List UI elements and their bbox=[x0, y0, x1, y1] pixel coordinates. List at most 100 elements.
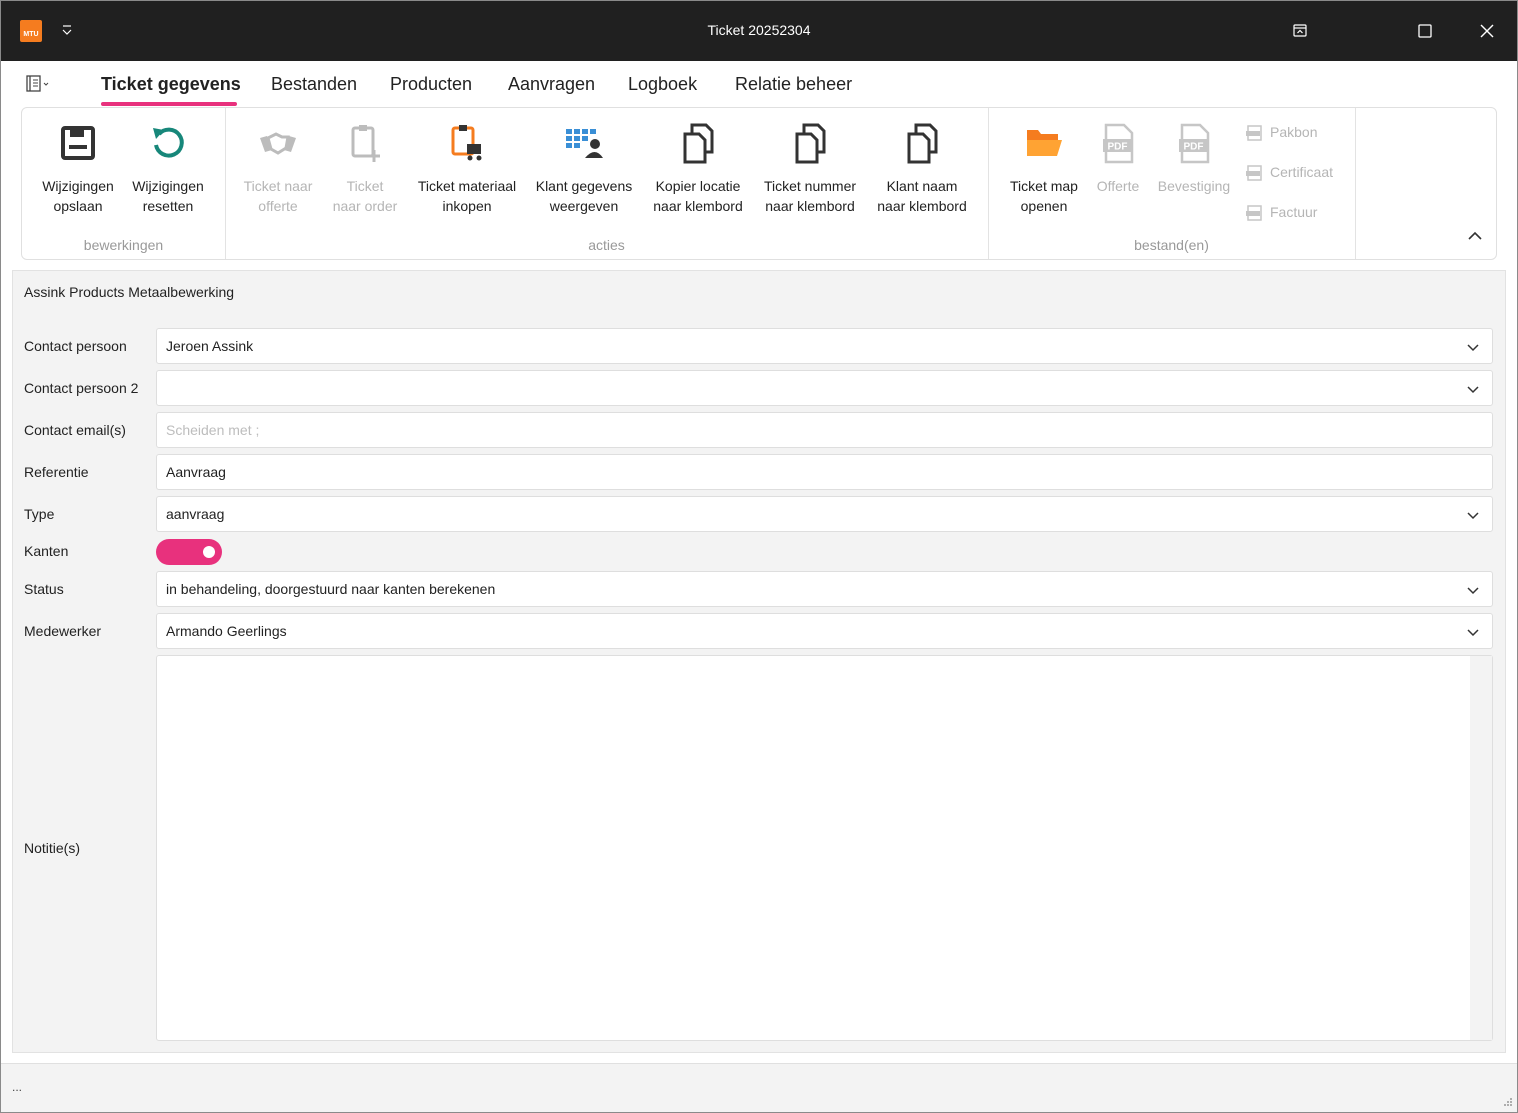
reset-label-line1: Wijzigingen bbox=[132, 178, 204, 194]
title-bar: MTU Ticket 20252304 bbox=[0, 0, 1518, 61]
chevron-down-icon bbox=[1467, 629, 1479, 637]
type-select[interactable]: aanvraag bbox=[156, 496, 1493, 532]
save-icon bbox=[61, 126, 95, 160]
group-label-bestanden: bestand(en) bbox=[1134, 237, 1209, 253]
ticket-to-offerte-button[interactable]: Ticket naar offerte bbox=[236, 120, 320, 216]
status-text: ... bbox=[12, 1080, 23, 1094]
klant-gegevens-weergeven-button[interactable]: Klant gegevens weergeven bbox=[530, 120, 638, 216]
kopier-locatie-label-line1: Kopier locatie bbox=[655, 178, 741, 194]
app-menu-icon[interactable] bbox=[26, 74, 54, 94]
tab-producten[interactable]: Producten bbox=[390, 74, 472, 95]
save-changes-button[interactable]: Wijzigingen opslaan bbox=[36, 120, 120, 216]
klant-gegevens-label-line2: weergeven bbox=[549, 198, 619, 214]
handshake-icon bbox=[260, 132, 296, 155]
company-name: Assink Products Metaalbewerking bbox=[24, 284, 235, 300]
pdf-small-icon bbox=[1246, 125, 1262, 142]
toggle-knob bbox=[203, 546, 215, 558]
group-label-acties: acties bbox=[588, 237, 625, 253]
notities-scrollbar[interactable] bbox=[1470, 656, 1492, 1040]
bevestiging-label: Bevestiging bbox=[1157, 178, 1231, 194]
to-offerte-label-line2: offerte bbox=[258, 198, 298, 214]
chevron-down-icon bbox=[1467, 512, 1479, 520]
map-openen-label-line1: Ticket map bbox=[1010, 178, 1078, 194]
tab-logboek[interactable]: Logboek bbox=[628, 74, 697, 95]
folder-open-icon bbox=[1027, 130, 1062, 156]
map-openen-label-line2: openen bbox=[1020, 198, 1068, 214]
collapse-ribbon-chevron-up-icon[interactable] bbox=[1465, 226, 1485, 246]
pdf-icon: PDF bbox=[1103, 123, 1134, 164]
tab-ticket-gegevens[interactable]: Ticket gegevens bbox=[101, 74, 241, 95]
ticket-to-order-button[interactable]: Ticket naar order bbox=[322, 120, 408, 216]
ticket-materiaal-inkopen-button[interactable]: Ticket materiaal inkopen bbox=[410, 120, 524, 216]
materiaal-label-line2: inkopen bbox=[442, 198, 492, 214]
tab-aanvragen[interactable]: Aanvragen bbox=[508, 74, 595, 95]
open-window-icon[interactable] bbox=[1284, 15, 1316, 47]
materiaal-label-line1: Ticket materiaal bbox=[417, 178, 517, 194]
certificaat-button[interactable]: Certificaat bbox=[1246, 162, 1333, 182]
contact-email-label: Contact email(s) bbox=[24, 422, 126, 438]
ticket-nummer-label-line2: naar klembord bbox=[765, 198, 855, 214]
medewerker-label: Medewerker bbox=[24, 623, 102, 639]
ribbon-separator bbox=[1355, 108, 1356, 259]
chevron-down-icon bbox=[1467, 386, 1479, 394]
pakbon-label: Pakbon bbox=[1270, 124, 1318, 140]
medewerker-value: Armando Geerlings bbox=[166, 623, 287, 639]
factuur-button[interactable]: Factuur bbox=[1246, 202, 1317, 222]
pdf-icon: PDF bbox=[1179, 123, 1210, 164]
klant-naam-label-line1: Klant naam bbox=[886, 178, 958, 194]
contact-persoon-2-label: Contact persoon 2 bbox=[24, 380, 139, 396]
ticket-nummer-klembord-button[interactable]: Ticket nummer naar klembord bbox=[756, 120, 864, 216]
customer-grid-icon bbox=[566, 129, 603, 158]
save-label-line1: Wijzigingen bbox=[42, 178, 114, 194]
kopier-locatie-button[interactable]: Kopier locatie naar klembord bbox=[644, 120, 752, 216]
tab-relatie-beheer[interactable]: Relatie beheer bbox=[735, 74, 852, 95]
copy-icon bbox=[795, 123, 826, 164]
contact-persoon-2-select[interactable] bbox=[156, 370, 1493, 406]
referentie-value: Aanvraag bbox=[166, 464, 226, 480]
to-order-label-line1: Ticket bbox=[346, 178, 384, 194]
medewerker-select[interactable]: Armando Geerlings bbox=[156, 613, 1493, 649]
save-label-line2: opslaan bbox=[53, 198, 103, 214]
chevron-down-icon bbox=[1467, 587, 1479, 595]
group-label-bewerkingen: bewerkingen bbox=[83, 237, 164, 253]
resize-grip-icon[interactable] bbox=[1503, 1097, 1513, 1107]
status-label: Status bbox=[24, 581, 64, 597]
clipboard-add-icon bbox=[351, 125, 380, 162]
contact-email-input[interactable]: Scheiden met ; bbox=[156, 412, 1493, 448]
to-offerte-label-line1: Ticket naar bbox=[243, 178, 313, 194]
ribbon: Wijzigingen opslaan Wijzigingen resetten… bbox=[21, 107, 1497, 260]
status-select[interactable]: in behandeling, doorgestuurd naar kanten… bbox=[156, 571, 1493, 607]
copy-icon bbox=[683, 123, 714, 164]
active-tab-indicator bbox=[101, 102, 237, 106]
pakbon-button[interactable]: Pakbon bbox=[1246, 122, 1317, 142]
certificaat-label: Certificaat bbox=[1270, 164, 1334, 180]
contact-persoon-label: Contact persoon bbox=[24, 338, 127, 354]
notities-textarea[interactable] bbox=[156, 655, 1493, 1041]
bevestiging-pdf-button[interactable]: PDF Bevestiging bbox=[1152, 120, 1236, 196]
close-icon[interactable] bbox=[1471, 15, 1503, 47]
ticket-map-openen-button[interactable]: Ticket map openen bbox=[1002, 120, 1086, 216]
contact-persoon-select[interactable]: Jeroen Assink bbox=[156, 328, 1493, 364]
reset-changes-button[interactable]: Wijzigingen resetten bbox=[128, 120, 208, 216]
clipboard-cart-icon bbox=[451, 125, 482, 161]
pdf-small-icon bbox=[1246, 205, 1262, 222]
status-bar: ... bbox=[0, 1063, 1518, 1113]
tab-bestanden[interactable]: Bestanden bbox=[271, 74, 357, 95]
kanten-toggle[interactable] bbox=[156, 539, 222, 565]
reset-label-line2: resetten bbox=[142, 198, 194, 214]
type-label: Type bbox=[24, 506, 55, 522]
copy-icon bbox=[907, 123, 938, 164]
type-value: aanvraag bbox=[166, 506, 225, 522]
klant-gegevens-label-line1: Klant gegevens bbox=[535, 178, 633, 194]
ticket-nummer-label-line1: Ticket nummer bbox=[763, 178, 857, 194]
klant-naam-klembord-button[interactable]: Klant naam naar klembord bbox=[868, 120, 976, 216]
factuur-label: Factuur bbox=[1270, 204, 1318, 220]
klant-naam-label-line2: naar klembord bbox=[877, 198, 967, 214]
offerte-pdf-button[interactable]: PDF Offerte bbox=[1088, 120, 1148, 196]
pdf-icon-text: PDF bbox=[1108, 142, 1128, 153]
referentie-label: Referentie bbox=[24, 464, 89, 480]
kopier-locatie-label-line2: naar klembord bbox=[653, 198, 743, 214]
to-order-label-line2: naar order bbox=[332, 198, 398, 214]
maximize-icon[interactable] bbox=[1409, 15, 1441, 47]
referentie-input[interactable]: Aanvraag bbox=[156, 454, 1493, 490]
